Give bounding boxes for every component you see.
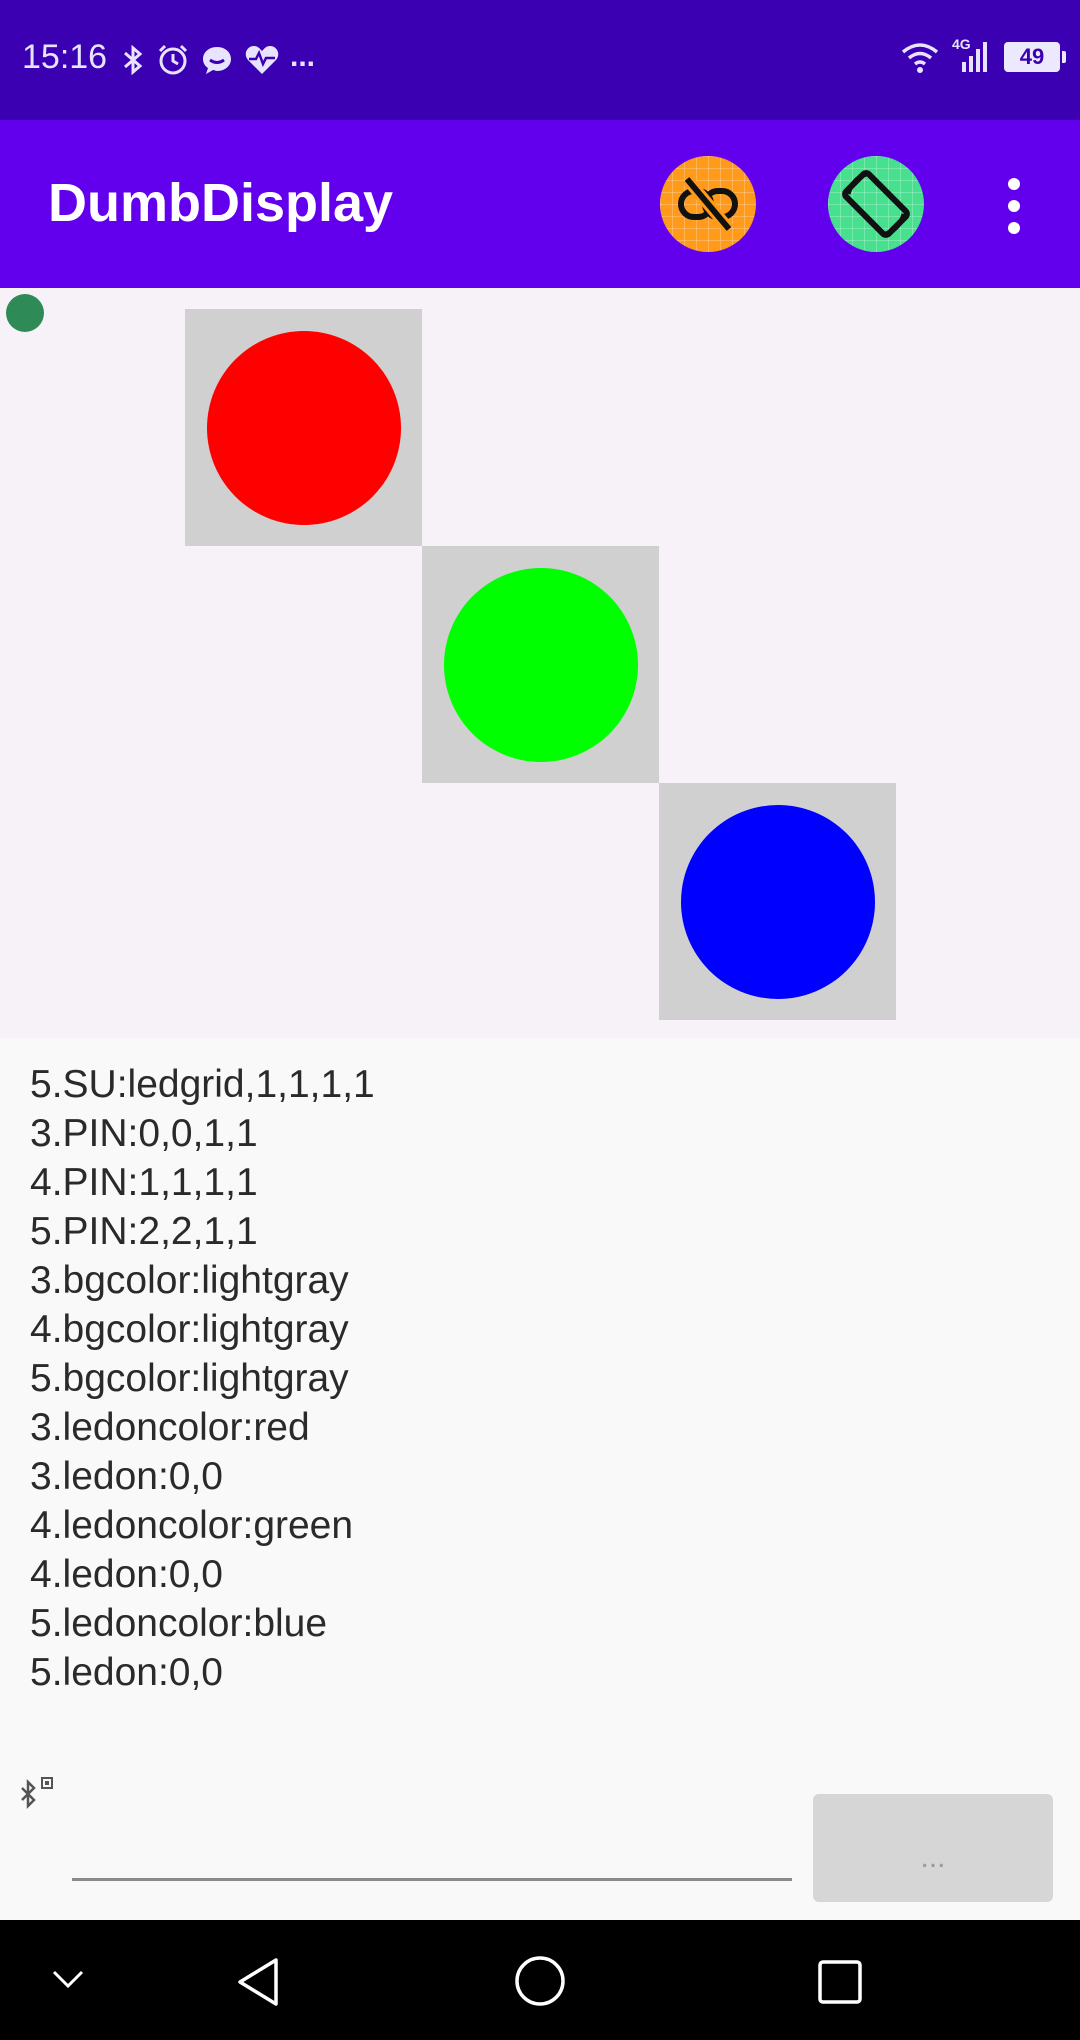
app-title: DumbDisplay [48, 173, 394, 233]
led-grid-cell-red[interactable] [185, 309, 422, 546]
led-red [206, 330, 401, 525]
log-line: 5.ledoncolor:blue [30, 1602, 328, 1645]
app-bar: DumbDisplay [0, 120, 1080, 288]
link-off-icon [678, 175, 738, 233]
log-line: 3.ledon:0,0 [30, 1455, 224, 1498]
dumbdisplay-canvas [0, 288, 1080, 1038]
log-line: 4.ledon:0,0 [30, 1553, 224, 1596]
collapse-chevron-icon[interactable] [50, 1966, 86, 1994]
more-dots-icon: ... [290, 40, 316, 73]
led-grid-cell-green[interactable] [422, 546, 659, 783]
system-nav-bar [0, 1920, 1080, 2040]
log-line: 3.bgcolor:lightgray [30, 1259, 349, 1302]
log-line: 4.ledoncolor:green [30, 1504, 354, 1547]
log-line: 5.PIN:2,2,1,1 [30, 1210, 258, 1253]
chat-bubble-icon [203, 47, 231, 74]
led-grid-cell-blue[interactable] [659, 783, 896, 1020]
overflow-menu-icon[interactable] [996, 178, 1032, 234]
log-line: 5.SU:ledgrid,1,1,1,1 [30, 1063, 375, 1106]
log-line: 5.bgcolor:lightgray [30, 1357, 349, 1400]
status-notification-icons: ... [120, 40, 316, 78]
led-blue [680, 804, 875, 999]
send-button[interactable]: ... [813, 1794, 1053, 1902]
disconnect-button[interactable] [660, 156, 756, 252]
status-bar: 15:16 ... 4G 49 [0, 0, 1080, 120]
status-time: 15:16 [22, 38, 108, 76]
home-icon[interactable] [513, 1954, 567, 2008]
status-system-icons: 4G 49 [900, 36, 1066, 74]
log-line: 3.PIN:0,0,1,1 [30, 1112, 258, 1155]
bluetooth-connection-icon [21, 1777, 53, 1810]
cell-signal-icon: 4G [952, 36, 992, 74]
log-line: 3.ledoncolor:red [30, 1406, 310, 1449]
log-line: 4.PIN:1,1,1,1 [30, 1161, 258, 1204]
bluetooth-icon [124, 44, 143, 76]
command-input[interactable] [72, 1800, 792, 1881]
rotate-screen-button[interactable] [828, 156, 924, 252]
battery-indicator: 49 [1004, 42, 1066, 72]
back-icon[interactable] [234, 1956, 282, 2008]
heart-pulse-icon [245, 46, 279, 74]
led-green [443, 567, 638, 762]
connection-status-dot [6, 294, 44, 332]
wifi-icon [901, 43, 939, 73]
screen-rotation-icon [842, 170, 910, 238]
log-line: 4.bgcolor:lightgray [30, 1308, 349, 1351]
alarm-icon [158, 44, 188, 75]
command-log: 5.SU:ledgrid,1,1,1,1 3.PIN:0,0,1,1 4.PIN… [30, 1060, 1030, 1697]
recents-icon[interactable] [816, 1958, 864, 2006]
log-line: 5.ledon:0,0 [30, 1651, 224, 1694]
